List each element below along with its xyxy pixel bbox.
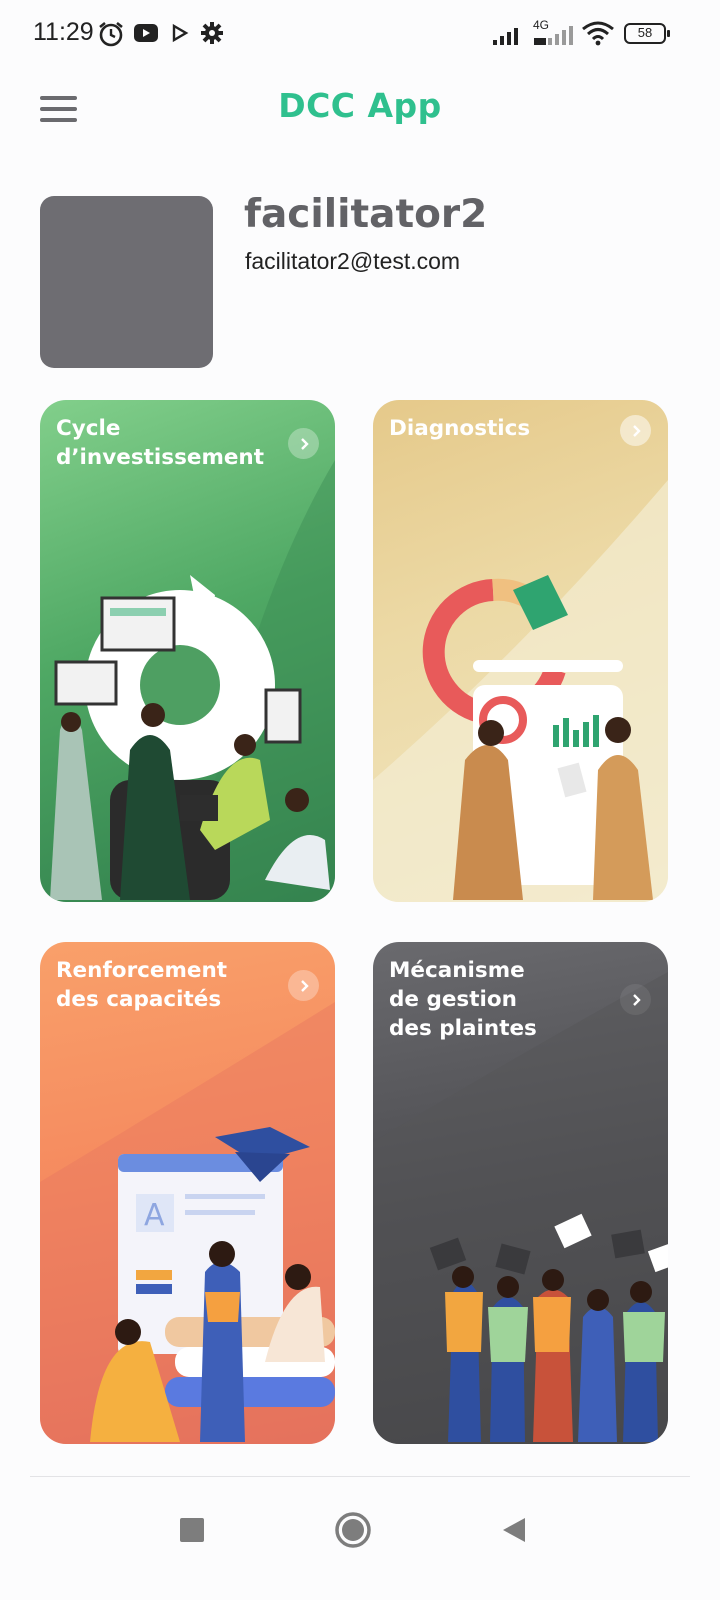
chevron-right-icon[interactable] xyxy=(288,970,319,1001)
nav-divider xyxy=(30,1476,690,1477)
svg-text:A: A xyxy=(144,1198,165,1233)
investment-cycle-illustration xyxy=(50,460,335,902)
wifi-icon xyxy=(582,21,614,46)
signal-icon xyxy=(493,28,518,45)
card-title: Cycle d’investissement xyxy=(56,416,265,470)
back-icon xyxy=(503,1518,525,1542)
signal-icon xyxy=(534,26,573,45)
chevron-right-icon[interactable] xyxy=(288,428,319,459)
recents-icon xyxy=(180,1518,204,1542)
recents-button[interactable] xyxy=(162,1500,222,1560)
profile-name: facilitator2 xyxy=(244,192,488,237)
card-title: Mécanisme de gestion des plaintes xyxy=(389,958,537,1041)
card-capacity-building[interactable]: A Renforcement des capacités xyxy=(40,942,335,1444)
avatar xyxy=(40,196,213,368)
play-store-icon xyxy=(172,23,189,43)
home-icon xyxy=(335,1512,371,1548)
chevron-right-icon[interactable] xyxy=(620,415,651,446)
diagnostics-illustration xyxy=(373,480,668,902)
youtube-icon xyxy=(134,24,158,42)
home-button[interactable] xyxy=(323,1500,383,1560)
back-button[interactable] xyxy=(484,1500,544,1560)
app-title: DCC App xyxy=(278,86,442,125)
profile-email: facilitator2@test.com xyxy=(245,248,461,274)
status-bar: 11:29 4G 58 xyxy=(0,0,720,70)
settings-icon xyxy=(201,22,223,44)
chevron-right-icon[interactable] xyxy=(620,984,651,1015)
battery-icon: 58 xyxy=(624,23,670,44)
card-title: Diagnostics xyxy=(389,416,531,441)
card-diagnostics[interactable]: Diagnostics xyxy=(373,400,668,902)
status-time: 11:29 xyxy=(33,18,94,46)
card-investment-cycle[interactable]: Cycle d’investissement xyxy=(40,400,335,902)
card-complaints-mechanism[interactable]: Mécanisme de gestion des plaintes xyxy=(373,942,668,1444)
capacity-building-illustration: A xyxy=(40,1002,335,1444)
alarm-icon xyxy=(99,21,123,47)
card-title: Renforcement des capacités xyxy=(56,958,228,1012)
